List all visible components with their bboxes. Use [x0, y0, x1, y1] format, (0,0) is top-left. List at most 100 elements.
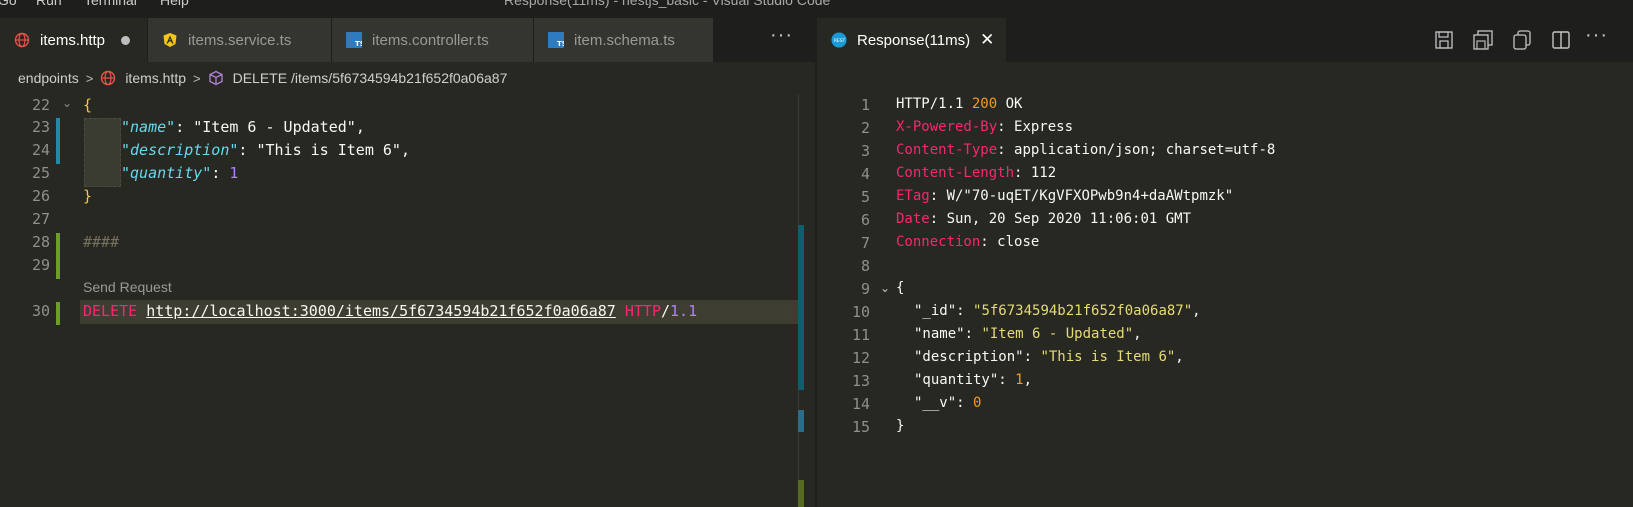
line-number: 13	[851, 372, 870, 390]
restore-icon[interactable]	[1540, 0, 1556, 8]
breadcrumb-folder[interactable]: endpoints	[18, 70, 79, 86]
indent-guide	[84, 118, 121, 187]
tab-label: Response(11ms)	[857, 31, 971, 49]
response-header: ETag: W/"70-uqET/KgVFXOPwb9n4+daAWtpmzk"	[896, 188, 1234, 204]
code-line-25: "quantity": 1	[121, 164, 239, 182]
globe-icon	[100, 70, 116, 86]
request-url-link[interactable]: http://localhost:3000/items/5f6734594b21…	[146, 302, 616, 320]
symbol-cube-icon	[208, 70, 224, 86]
typescript-icon: TS	[548, 32, 564, 48]
copy-icon[interactable]	[1511, 29, 1533, 51]
chevron-down-icon[interactable]: ⌄	[880, 281, 890, 295]
tab-label: items.service.ts	[188, 31, 292, 49]
line-number: 3	[860, 142, 870, 160]
status-code: 200	[971, 96, 998, 112]
git-added-marker	[56, 233, 60, 279]
json-property: "name": "Item 6 - Updated",	[914, 326, 1142, 342]
menu-go[interactable]: Go	[0, 0, 17, 8]
typescript-icon: TS	[346, 32, 362, 48]
line-number: 24	[31, 141, 50, 159]
line-number: 23	[31, 118, 50, 136]
unsaved-dot-icon[interactable]	[121, 36, 130, 45]
line-number: 6	[860, 211, 870, 229]
menu-terminal[interactable]: Terminal	[84, 0, 137, 8]
json-property: "__v": 0	[914, 395, 982, 411]
json-property: "quantity": 1,	[914, 372, 1033, 388]
save-icon[interactable]	[1433, 29, 1455, 51]
json-property: "_id": "5f6734594b21f652f0a06a87",	[914, 303, 1201, 319]
close-tab-icon[interactable]: ✕	[980, 30, 994, 50]
line-number: 28	[31, 233, 50, 251]
line-number: 29	[31, 256, 50, 274]
angular-icon	[162, 32, 178, 48]
svg-text:TS: TS	[557, 40, 564, 48]
response-header: Content-Type: application/json; charset=…	[896, 142, 1276, 158]
line-number: 22	[31, 96, 50, 114]
title-bar: Go Run Terminal Help Response(11ms) - ne…	[0, 0, 1633, 18]
response-header: X-Powered-By: Express	[896, 119, 1074, 135]
line-number: 10	[851, 303, 870, 321]
close-window-icon[interactable]	[1594, 0, 1610, 8]
more-actions-button[interactable]: ···	[1585, 24, 1608, 47]
breadcrumb: endpoints > items.http > DELETE /items/5…	[0, 62, 817, 94]
code-line-24: "description": "This is Item 6",	[121, 141, 410, 159]
json-property: "description": "This is Item 6",	[914, 349, 1184, 365]
response-header: Content-Length: 112	[896, 165, 1057, 181]
line-number: 1	[860, 96, 870, 114]
overview-ruler-marker	[798, 225, 804, 390]
breadcrumb-symbol[interactable]: DELETE /items/5f6734594b21f652f0a06a87	[233, 70, 508, 86]
chevron-right-icon: >	[85, 70, 94, 86]
line-number: 25	[31, 164, 50, 182]
window-title: Response(11ms) - nestjs_basic - Visual S…	[504, 0, 831, 8]
tab-item-schema[interactable]: TS item.schema.ts	[534, 18, 714, 62]
line-number: 7	[860, 234, 870, 252]
right-tab-bar: REST Response(11ms) ✕ ···	[817, 18, 1633, 62]
save-body-icon[interactable]	[1472, 29, 1494, 51]
line-number: 8	[860, 257, 870, 275]
line-number: 15	[851, 418, 870, 436]
line-number: 30	[31, 302, 50, 320]
status-line: HTTP/1.1 200 OK	[896, 96, 1023, 112]
line-number: 27	[31, 210, 50, 228]
svg-text:REST: REST	[834, 38, 846, 44]
chevron-down-icon[interactable]: ⌄	[62, 96, 72, 110]
tab-items-controller[interactable]: TS items.controller.ts	[332, 18, 534, 62]
left-tab-bar: items.http items.service.ts TS items.con…	[0, 18, 815, 62]
response-header: Connection: close	[896, 234, 1040, 250]
code-line-30: DELETE http://localhost:3000/items/5f673…	[83, 302, 698, 320]
svg-text:TS: TS	[355, 40, 362, 48]
tab-label: items.controller.ts	[372, 31, 489, 49]
editor-group-divider[interactable]	[815, 18, 817, 507]
response-header: Date: Sun, 20 Sep 2020 11:06:01 GMT	[896, 211, 1192, 227]
send-request-codelens[interactable]: Send Request	[83, 279, 172, 295]
line-number: 26	[31, 187, 50, 205]
menu-help[interactable]: Help	[160, 0, 189, 8]
chevron-right-icon: >	[193, 70, 201, 86]
more-actions-button[interactable]: ···	[770, 24, 793, 47]
rest-client-icon: REST	[831, 32, 847, 48]
tab-label: item.schema.ts	[574, 31, 675, 49]
tab-items-service[interactable]: items.service.ts	[148, 18, 332, 62]
line-number: 5	[860, 188, 870, 206]
overview-ruler-marker	[798, 480, 804, 507]
code-line-23: "name": "Item 6 - Updated",	[121, 118, 365, 136]
line-number: 12	[851, 349, 870, 367]
json-close-brace: }	[896, 418, 905, 434]
line-number: 2	[860, 119, 870, 137]
tab-response[interactable]: REST Response(11ms) ✕	[817, 18, 1007, 62]
git-modified-marker	[56, 118, 60, 164]
overview-ruler-marker	[798, 410, 804, 432]
breadcrumb-file[interactable]: items.http	[125, 70, 186, 86]
code-line-26: }	[83, 187, 93, 205]
line-number: 11	[851, 326, 870, 344]
json-open-brace: {	[896, 280, 905, 296]
tab-items-http[interactable]: items.http	[0, 18, 148, 62]
line-number: 9	[860, 280, 870, 298]
line-number: 4	[860, 165, 870, 183]
menu-run[interactable]: Run	[36, 0, 62, 8]
minimize-icon[interactable]	[1485, 0, 1501, 8]
globe-icon	[14, 32, 30, 48]
git-added-marker	[56, 302, 60, 325]
split-editor-icon[interactable]	[1550, 29, 1572, 51]
line-number: 14	[851, 395, 870, 413]
